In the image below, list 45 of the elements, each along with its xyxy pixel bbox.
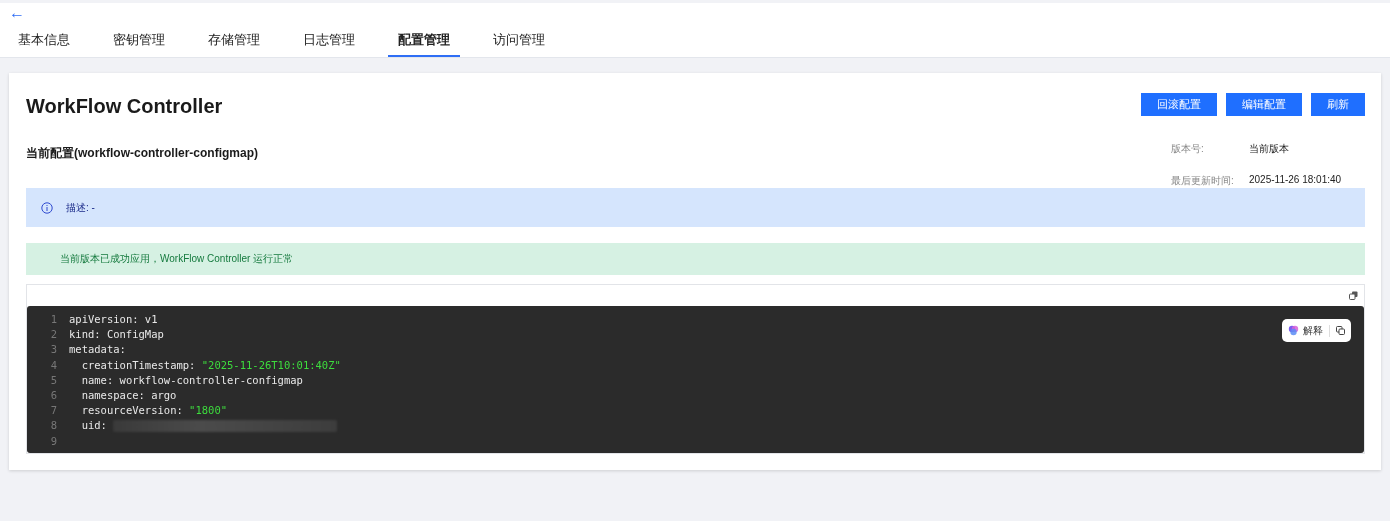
meta-label: 版本号: [1171,142,1205,156]
info-icon [41,201,53,214]
code-string: "1800" [189,403,228,419]
code-key: creationTimestamp: [69,357,196,373]
code-key: uid: [69,418,107,434]
page-title: WorkFlow Controller [26,95,223,118]
line-number: 9 [49,433,58,449]
tab[interactable]: 存储管理 [198,27,270,57]
action-button[interactable]: 刷新 [1311,93,1365,116]
line-number: 4 [49,357,58,373]
code-key: metadata: [69,342,126,358]
line-number: 3 [49,342,58,358]
code-key: apiVersion: [69,312,139,328]
code-key: kind: [69,327,101,343]
line-number: 6 [49,387,58,403]
copy-icon[interactable] [1349,291,1358,300]
code-value: argo [151,387,177,403]
back-button[interactable]: ← [9,3,25,23]
line-number: 5 [49,372,58,388]
meta-value: 2025-11-26 18:01:40 [1249,174,1343,187]
code-key: resourceVersion: [69,403,183,419]
code-string: "2025-11-26T10:01:40Z" [201,357,341,373]
tab[interactable]: 基本信息 [8,27,80,57]
line-number: 7 [49,403,58,419]
description-text: 描述: - [66,200,95,215]
copy-icon[interactable] [1336,326,1345,335]
line-number: 2 [49,327,58,343]
sparkle-icon [1288,325,1299,336]
section-title: 当前配置(workflow-controller-configmap) [26,144,258,162]
tab[interactable]: 配置管理 [388,27,460,57]
action-button[interactable]: 回滚配置 [1141,93,1217,116]
success-alert: 当前版本已成功应用，WorkFlow Controller 运行正常 [26,243,1365,275]
code-key: name: [69,372,114,388]
meta-value: 当前版本 [1249,142,1290,156]
code-value: v1 [144,312,158,327]
action-button[interactable]: 编辑配置 [1226,93,1302,116]
tab[interactable]: 访问管理 [483,27,555,57]
line-number: 1 [49,312,58,327]
tab[interactable]: 日志管理 [293,27,365,57]
line-number: 8 [49,418,58,434]
code-value: ConfigMap [106,327,164,343]
code-value: workflow-controller-configmap [119,372,303,388]
meta-label: 最后更新时间: [1171,174,1235,188]
code-key: namespace: [69,387,145,404]
tab[interactable]: 密钥管理 [103,27,175,57]
